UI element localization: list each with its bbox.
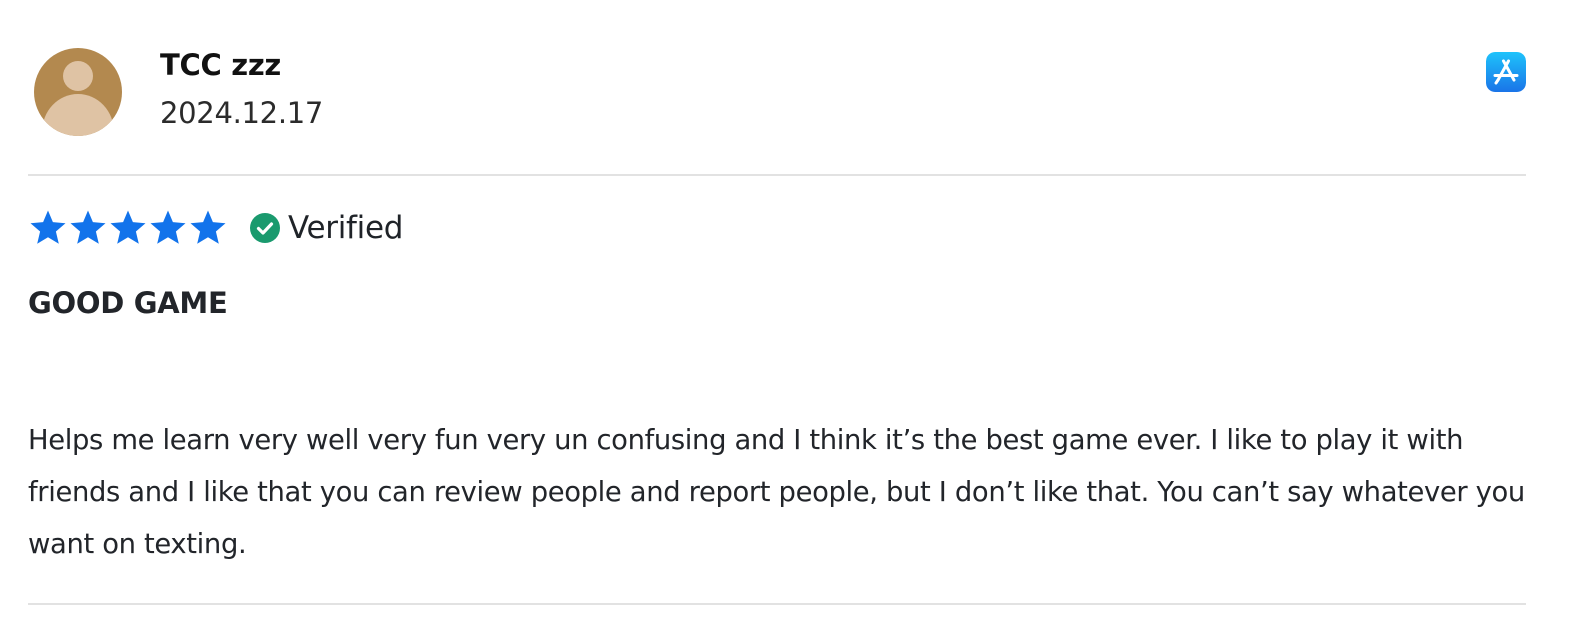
review-body: Helps me learn very well very fun very u…: [28, 425, 1525, 560]
avatar: [34, 48, 122, 136]
star-icon: [70, 210, 106, 244]
header-divider: [28, 174, 1526, 176]
review-date: 2024.12.17: [160, 96, 324, 130]
rating-row: Verified: [28, 206, 403, 250]
star-icon: [110, 210, 146, 244]
app-store-icon[interactable]: [1486, 52, 1526, 92]
review-card: TCC zzz 2024.12.17 Verified GOOD GAME He…: [0, 0, 1570, 634]
star-icon: [150, 210, 186, 244]
check-circle-icon: [250, 213, 280, 243]
verified-label: Verified: [288, 210, 404, 246]
footer-divider: [28, 603, 1526, 605]
star-icon: [190, 210, 226, 244]
star-rating: [28, 206, 228, 250]
star-icon: [30, 210, 66, 244]
review-title: GOOD GAME: [28, 286, 228, 320]
reviewer-name: TCC zzz: [160, 48, 281, 82]
verified-badge: Verified: [250, 210, 403, 246]
user-avatar-placeholder-icon: [34, 48, 122, 136]
review-header: TCC zzz 2024.12.17: [28, 0, 1526, 176]
